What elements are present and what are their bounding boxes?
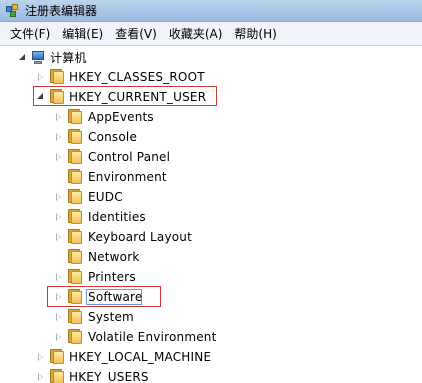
tree-node-label: Keyboard Layout	[88, 230, 193, 244]
triangle-right-icon[interactable]	[54, 232, 64, 242]
tree-node-identities[interactable]: Identities	[0, 207, 260, 227]
tree-node-label: Network	[88, 250, 140, 264]
triangle-right-icon[interactable]	[36, 372, 46, 382]
triangle-right-icon[interactable]	[54, 212, 64, 222]
triangle-right-icon[interactable]	[54, 292, 64, 302]
triangle-right-icon[interactable]	[54, 312, 64, 322]
triangle-right-icon[interactable]	[36, 72, 46, 82]
tree-node-keyboard-layout[interactable]: Keyboard Layout	[0, 227, 260, 247]
folder-icon	[67, 289, 83, 304]
tree-node-label: System	[88, 310, 134, 324]
folder-icon	[67, 249, 83, 264]
tree-node-hkey-users[interactable]: HKEY_USERS	[0, 367, 260, 383]
tree-node-hkey-current-user[interactable]: HKEY_CURRENT_USER	[0, 87, 260, 107]
triangle-right-icon[interactable]	[54, 152, 64, 162]
tree-node-console[interactable]: Console	[0, 127, 260, 147]
triangle-right-icon[interactable]	[54, 192, 64, 202]
folder-icon	[49, 89, 65, 104]
folder-icon	[67, 109, 83, 124]
tree-node-label: HKEY_CLASSES_ROOT	[69, 70, 205, 84]
triangle-right-icon[interactable]	[54, 132, 64, 142]
triangle-down-icon[interactable]	[18, 53, 28, 63]
tree-node-control-panel[interactable]: Control Panel	[0, 147, 260, 167]
tree-node-label: Console	[88, 130, 138, 144]
tree-node-label: Printers	[88, 270, 136, 284]
tree-node-label: Control Panel	[88, 150, 171, 164]
tree-node-label: Software	[88, 290, 143, 304]
folder-icon	[67, 329, 83, 344]
window-titlebar: 注册表编辑器	[0, 0, 422, 22]
tree-node-label: HKEY_CURRENT_USER	[69, 90, 207, 104]
menu-favorites[interactable]: 收藏夹(A)	[163, 24, 229, 44]
menu-file[interactable]: 文件(F)	[4, 24, 56, 44]
folder-icon	[49, 69, 65, 84]
tree-node-eudc[interactable]: EUDC	[0, 187, 260, 207]
regedit-app-icon	[6, 3, 20, 18]
tree-node-volatile-environment[interactable]: Volatile Environment	[0, 327, 260, 347]
tree-node-hkey-local-machine[interactable]: HKEY_LOCAL_MACHINE	[0, 347, 260, 367]
tree-node-label: Identities	[88, 210, 146, 224]
tree-node-hkey-classes-root[interactable]: HKEY_CLASSES_ROOT	[0, 67, 260, 87]
folder-icon	[67, 209, 83, 224]
tree-node-label: Environment	[88, 170, 167, 184]
menu-view[interactable]: 查看(V)	[109, 24, 163, 44]
triangle-right-icon[interactable]	[36, 352, 46, 362]
triangle-right-icon[interactable]	[54, 332, 64, 342]
triangle-right-icon[interactable]	[54, 112, 64, 122]
triangle-right-icon[interactable]	[54, 272, 64, 282]
tree-node-label: HKEY_USERS	[69, 370, 149, 383]
tree-node-software[interactable]: Software	[0, 287, 260, 307]
tree-node-network[interactable]: Network	[0, 247, 260, 267]
computer-icon	[30, 50, 46, 65]
tree-node-label: AppEvents	[88, 110, 154, 124]
tree-node-label: Volatile Environment	[88, 330, 217, 344]
tree-node-appevents[interactable]: AppEvents	[0, 107, 260, 127]
window-title: 注册表编辑器	[25, 4, 98, 18]
menu-bar: 文件(F) 编辑(E) 查看(V) 收藏夹(A) 帮助(H)	[0, 22, 422, 46]
triangle-down-icon[interactable]	[36, 92, 46, 102]
registry-tree[interactable]: 计算机 HKEY_CLASSES_ROOT HKEY_CURRENT_USER …	[0, 46, 422, 383]
menu-help[interactable]: 帮助(H)	[228, 24, 282, 44]
menu-edit[interactable]: 编辑(E)	[56, 24, 109, 44]
tree-node-label: EUDC	[88, 190, 123, 204]
folder-icon	[49, 349, 65, 364]
tree-node-environment[interactable]: Environment	[0, 167, 260, 187]
folder-icon	[67, 309, 83, 324]
tree-node-printers[interactable]: Printers	[0, 267, 260, 287]
folder-icon	[67, 189, 83, 204]
folder-icon	[67, 149, 83, 164]
folder-icon	[67, 229, 83, 244]
folder-icon	[67, 129, 83, 144]
folder-icon	[67, 169, 83, 184]
folder-icon	[49, 369, 65, 383]
tree-node-computer[interactable]: 计算机	[0, 48, 200, 68]
folder-icon	[67, 269, 83, 284]
tree-node-system[interactable]: System	[0, 307, 260, 327]
tree-node-label: HKEY_LOCAL_MACHINE	[69, 350, 212, 364]
tree-node-label: 计算机	[50, 51, 87, 65]
